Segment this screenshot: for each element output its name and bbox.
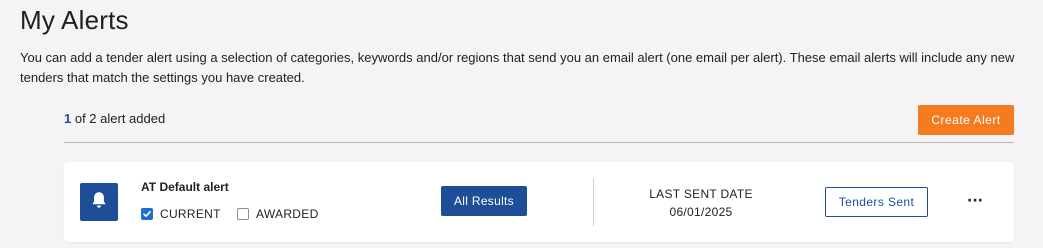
current-checkbox[interactable] [141, 208, 153, 220]
alert-name: AT Default alert [141, 180, 229, 194]
page-title: My Alerts [20, 5, 129, 35]
current-label: CURRENT [160, 207, 221, 221]
alert-icon-box [80, 183, 118, 221]
vertical-divider [593, 178, 594, 226]
alert-card: AT Default alert CURRENT AWARDED All Res… [64, 162, 1014, 242]
all-results-button[interactable]: All Results [441, 186, 527, 216]
last-sent-label: LAST SENT DATE [649, 187, 753, 201]
awarded-checkbox[interactable] [237, 208, 249, 220]
intro-text: You can add a tender alert using a selec… [20, 50, 1015, 85]
alert-count-label: of 2 alert added [71, 111, 166, 126]
current-checkbox-group[interactable]: CURRENT [141, 207, 221, 221]
awarded-label: AWARDED [256, 207, 319, 221]
last-sent-date: 06/01/2025 [669, 205, 733, 219]
awarded-checkbox-group[interactable]: AWARDED [237, 207, 319, 221]
check-icon [143, 211, 151, 217]
divider [64, 142, 1014, 143]
tenders-sent-button[interactable]: Tenders Sent [825, 187, 928, 217]
more-options-icon[interactable]: ··· [964, 190, 986, 212]
bell-icon [91, 191, 107, 214]
last-sent-block: LAST SENT DATE 06/01/2025 [624, 185, 778, 221]
create-alert-button[interactable]: Create Alert [918, 105, 1014, 135]
alert-count: 1 of 2 alert added [64, 111, 165, 126]
